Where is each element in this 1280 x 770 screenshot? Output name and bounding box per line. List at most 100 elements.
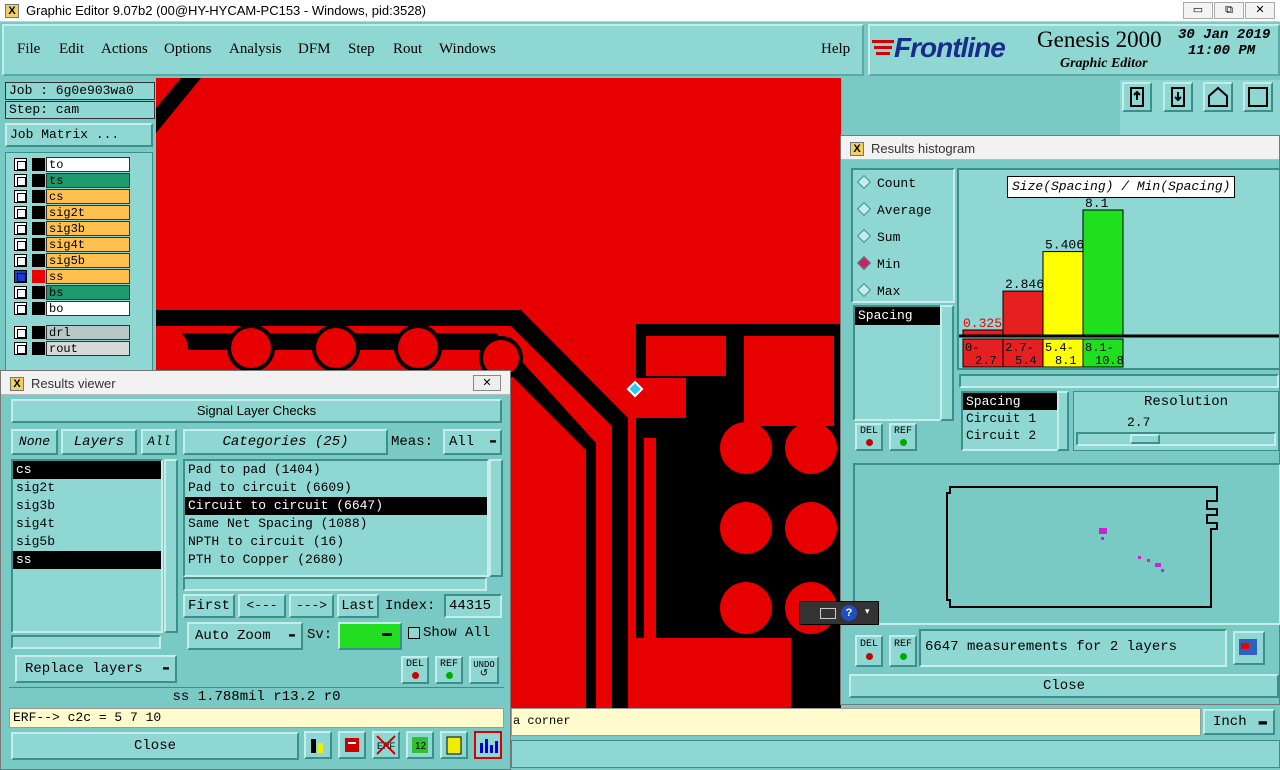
layer-affected-indicator[interactable] bbox=[32, 190, 45, 203]
layer-name[interactable]: to bbox=[46, 157, 130, 172]
layer-checkbox[interactable] bbox=[14, 190, 27, 203]
keyboard-icon[interactable] bbox=[820, 608, 836, 619]
layer-name[interactable]: bs bbox=[46, 285, 130, 300]
zoom-fit-icon[interactable] bbox=[1243, 82, 1273, 112]
layer-name[interactable]: ts bbox=[46, 173, 130, 188]
results-viewer-close-icon[interactable]: ✕ bbox=[473, 375, 501, 391]
job-matrix-button[interactable]: Job Matrix ... bbox=[5, 123, 153, 147]
result-layer-item[interactable]: sig2t bbox=[13, 479, 161, 497]
command-line[interactable] bbox=[511, 740, 1280, 768]
numbering-icon[interactable]: 12 bbox=[406, 731, 434, 759]
layer-list-hscrollbar[interactable] bbox=[11, 635, 161, 649]
layer-name[interactable]: drl bbox=[46, 325, 130, 340]
histogram-export-icon[interactable] bbox=[1233, 631, 1265, 665]
menu-dfm[interactable]: DFM bbox=[298, 41, 331, 58]
menu-actions[interactable]: Actions bbox=[101, 41, 148, 58]
menu-analysis[interactable]: Analysis bbox=[229, 41, 282, 58]
menu-help[interactable]: Help bbox=[821, 41, 850, 58]
histogram-field-item[interactable]: Spacing bbox=[855, 307, 941, 325]
all-layers-button[interactable]: All bbox=[141, 429, 177, 455]
layer-row-bs[interactable]: bs bbox=[14, 285, 130, 300]
layer-row-ts[interactable]: ts bbox=[14, 173, 130, 188]
first-button[interactable]: First bbox=[183, 594, 235, 618]
show-all-checkbox[interactable] bbox=[408, 627, 420, 639]
result-item-spacing[interactable]: Spacing bbox=[963, 393, 1059, 410]
layer-row-drl[interactable]: drl bbox=[14, 325, 130, 340]
meas-select[interactable]: All ▬ bbox=[443, 429, 502, 455]
preview-ref-button[interactable]: REF bbox=[889, 635, 917, 667]
results-viewer-close-button[interactable]: Close bbox=[11, 732, 299, 760]
layer-name[interactable]: bo bbox=[46, 301, 130, 316]
toolbar-menu-icon[interactable]: ▾ bbox=[865, 606, 870, 617]
mode-radio-max[interactable]: Max bbox=[856, 282, 900, 302]
result-list[interactable]: Spacing Circuit 1 Circuit 2 bbox=[961, 391, 1061, 451]
categories-hscrollbar[interactable] bbox=[183, 577, 487, 591]
histogram-icon[interactable] bbox=[474, 731, 502, 759]
auto-zoom-select[interactable]: Auto Zoom ▬ bbox=[187, 622, 303, 650]
resolution-slider-thumb[interactable] bbox=[1130, 434, 1160, 444]
category-item[interactable]: Same Net Spacing (1088) bbox=[185, 515, 487, 533]
menu-edit[interactable]: Edit bbox=[59, 41, 84, 58]
layer-checkbox[interactable] bbox=[14, 270, 27, 283]
layer-affected-indicator[interactable] bbox=[32, 270, 45, 283]
layer-affected-indicator[interactable] bbox=[32, 238, 45, 251]
preview-del-button[interactable]: DEL bbox=[855, 635, 883, 667]
rv-ref-button[interactable]: REF bbox=[435, 656, 463, 684]
category-item[interactable]: PTH to Copper (2680) bbox=[185, 551, 487, 569]
minimize-button[interactable]: ▭ bbox=[1183, 2, 1213, 19]
categories-list[interactable]: Pad to pad (1404) Pad to circuit (6609) Ci… bbox=[183, 459, 489, 577]
menu-file[interactable]: File bbox=[17, 41, 40, 58]
layer-affected-indicator[interactable] bbox=[32, 158, 45, 171]
rv-del-button[interactable]: DEL bbox=[401, 656, 429, 684]
index-input[interactable]: 44315 bbox=[444, 594, 502, 618]
layer-row-cs[interactable]: cs bbox=[14, 189, 130, 204]
layer-checkbox[interactable] bbox=[14, 286, 27, 299]
mode-radio-average[interactable]: Average bbox=[856, 201, 932, 221]
close-window-button[interactable]: ✕ bbox=[1245, 2, 1275, 19]
notes-icon[interactable] bbox=[440, 731, 468, 759]
layer-name[interactable]: cs bbox=[46, 189, 130, 204]
layer-affected-indicator[interactable] bbox=[32, 254, 45, 267]
layer-row-sig2t[interactable]: sig2t bbox=[14, 205, 130, 220]
layer-affected-indicator[interactable] bbox=[32, 302, 45, 315]
result-list-scrollbar[interactable] bbox=[1057, 391, 1069, 451]
mode-radio-count[interactable]: Count bbox=[856, 174, 916, 194]
layer-checkbox[interactable] bbox=[14, 302, 27, 315]
menu-windows[interactable]: Windows bbox=[439, 41, 496, 58]
layer-name[interactable]: rout bbox=[46, 341, 130, 356]
result-layer-list[interactable]: cs sig2t sig3b sig4t sig5b ss bbox=[11, 459, 163, 633]
histogram-del-button[interactable]: DEL bbox=[855, 423, 883, 451]
result-layer-item[interactable]: sig3b bbox=[13, 497, 161, 515]
category-item[interactable]: Pad to circuit (6609) bbox=[185, 479, 487, 497]
layer-checkbox[interactable] bbox=[14, 238, 27, 251]
layer-name[interactable]: sig3b bbox=[46, 221, 130, 236]
layer-row-to[interactable]: to bbox=[14, 157, 130, 172]
layer-checkbox[interactable] bbox=[14, 206, 27, 219]
layers-button[interactable]: Layers bbox=[61, 429, 137, 455]
histogram-bar[interactable] bbox=[1082, 209, 1124, 336]
menu-options[interactable]: Options bbox=[164, 41, 212, 58]
signal-layer-checks-header[interactable]: Signal Layer Checks bbox=[11, 399, 502, 423]
layer-affected-indicator[interactable] bbox=[32, 342, 45, 355]
layer-row-sig3b[interactable]: sig3b bbox=[14, 221, 130, 236]
histogram-bar[interactable] bbox=[1042, 251, 1084, 336]
maximize-button[interactable]: ⧉ bbox=[1214, 2, 1244, 19]
layer-affected-indicator[interactable] bbox=[32, 174, 45, 187]
home-icon[interactable] bbox=[1203, 82, 1233, 112]
layer-list-scrollbar[interactable] bbox=[164, 459, 178, 633]
none-button[interactable]: None bbox=[11, 429, 58, 455]
result-layer-item[interactable]: sig4t bbox=[13, 515, 161, 533]
layer-name[interactable]: sig4t bbox=[46, 237, 130, 252]
prev-button[interactable]: <--- bbox=[238, 594, 286, 618]
replace-layers-select[interactable]: Replace layers ▬ bbox=[15, 655, 177, 683]
unit-select[interactable]: Inch ▬ bbox=[1203, 709, 1275, 735]
resolution-slider[interactable] bbox=[1076, 432, 1276, 446]
result-layer-item[interactable]: sig5b bbox=[13, 533, 161, 551]
layer-affected-indicator[interactable] bbox=[32, 326, 45, 339]
layer-row-sig4t[interactable]: sig4t bbox=[14, 237, 130, 252]
next-button[interactable]: ---> bbox=[289, 594, 334, 618]
layer-row-ss[interactable]: ss bbox=[14, 269, 130, 284]
help-icon[interactable]: ? bbox=[841, 605, 857, 621]
layer-row-rout[interactable]: rout bbox=[14, 341, 130, 356]
result-item-circuit2[interactable]: Circuit 2 bbox=[963, 427, 1059, 444]
